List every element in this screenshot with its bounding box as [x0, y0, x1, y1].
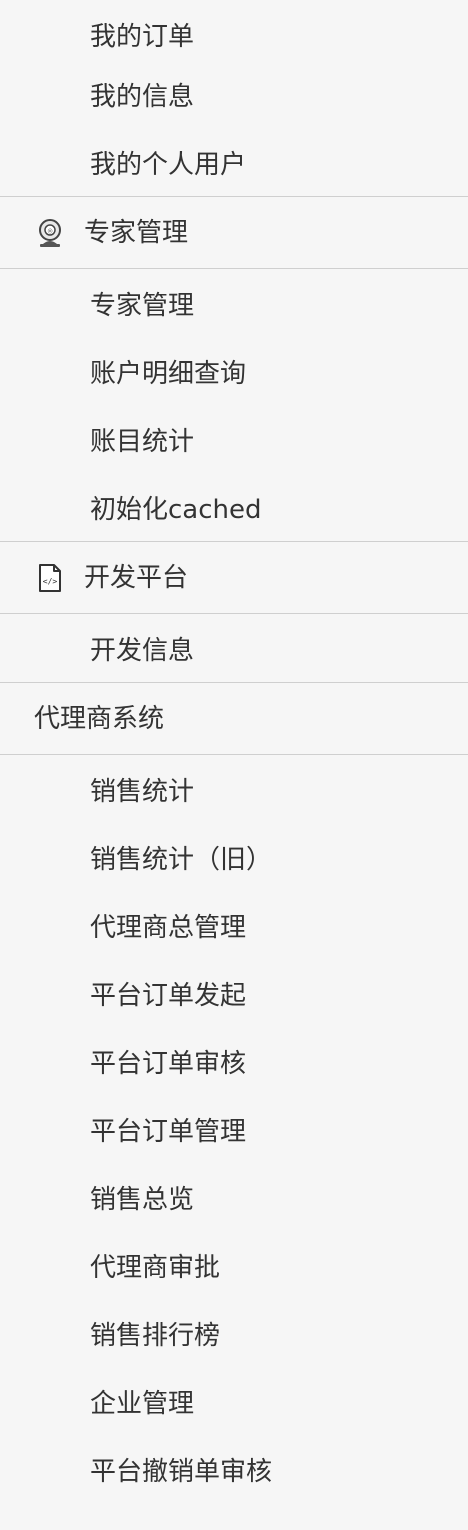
- menu-item-platform-order-initiate[interactable]: 平台订单发起: [0, 959, 468, 1027]
- expert-group: ◎ 专家管理 专家管理 账户明细查询 账目统计 初始化cached: [0, 196, 468, 541]
- menu-item-my-info[interactable]: 我的信息: [0, 60, 468, 128]
- menu-item-platform-order-review[interactable]: 平台订单审核: [0, 1027, 468, 1095]
- menu-item-expert-management[interactable]: 专家管理: [0, 269, 468, 337]
- section-title: 专家管理: [84, 217, 189, 248]
- sidebar-menu: 我的订单 我的信息 我的个人用户 ◎ 专家管理 专家管理 账户明细查询 账目统计…: [0, 0, 468, 1530]
- section-title: 开发平台: [84, 562, 189, 593]
- menu-item-sales-stats-old[interactable]: 销售统计（旧）: [0, 823, 468, 891]
- menu-item-label: 账目统计: [90, 426, 195, 457]
- menu-item-account-details[interactable]: 账户明细查询: [0, 337, 468, 405]
- svg-text:◎: ◎: [47, 227, 52, 234]
- menu-item-sales-ranking[interactable]: 销售排行榜: [0, 1299, 468, 1367]
- section-header-agent-system[interactable]: 代理商系统: [0, 683, 468, 755]
- menu-item-platform-order-management[interactable]: 平台订单管理: [0, 1095, 468, 1163]
- section-header-dev-platform[interactable]: </> 开发平台: [0, 542, 468, 614]
- menu-item-sales-overview[interactable]: 销售总览: [0, 1163, 468, 1231]
- menu-item-label: 企业管理: [90, 1388, 195, 1419]
- section-title: 代理商系统: [34, 703, 165, 734]
- menu-item-dev-info[interactable]: 开发信息: [0, 614, 468, 682]
- menu-item-label: 专家管理: [90, 290, 195, 321]
- menu-item-label: 平台订单管理: [90, 1116, 247, 1147]
- menu-item-my-personal-users[interactable]: 我的个人用户: [0, 128, 468, 196]
- code-file-icon: </>: [34, 562, 66, 594]
- menu-item-agent-general-management[interactable]: 代理商总管理: [0, 891, 468, 959]
- menu-item-my-orders[interactable]: 我的订单: [0, 8, 468, 60]
- menu-item-label: 账户明细查询: [90, 358, 247, 389]
- menu-item-label: 销售统计: [90, 776, 195, 807]
- menu-item-agent-approval[interactable]: 代理商审批: [0, 1231, 468, 1299]
- svg-text:</>: </>: [43, 577, 58, 586]
- menu-item-label: 销售总览: [90, 1184, 195, 1215]
- menu-item-label: 平台撤销单审核: [90, 1456, 273, 1487]
- menu-item-label: 开发信息: [90, 635, 195, 666]
- menu-item-platform-revoke-review[interactable]: 平台撤销单审核: [0, 1435, 468, 1503]
- menu-item-init-cached[interactable]: 初始化cached: [0, 473, 468, 541]
- menu-item-account-stats[interactable]: 账目统计: [0, 405, 468, 473]
- menu-item-label: 平台订单发起: [90, 980, 247, 1011]
- dev-group: </> 开发平台 开发信息: [0, 541, 468, 682]
- account-item-list: 我的订单 我的信息 我的个人用户: [0, 0, 468, 196]
- menu-item-label: 我的订单: [90, 21, 195, 52]
- dev-item-list: 开发信息: [0, 614, 468, 682]
- menu-item-label: 销售排行榜: [90, 1320, 221, 1351]
- menu-item-label: 代理商总管理: [90, 912, 247, 943]
- agent-item-list: 销售统计 销售统计（旧） 代理商总管理 平台订单发起 平台订单审核 平台订单管理…: [0, 755, 468, 1503]
- menu-item-label: 初始化cached: [90, 494, 262, 525]
- section-header-expert[interactable]: ◎ 专家管理: [0, 197, 468, 269]
- menu-item-label: 销售统计（旧）: [90, 844, 273, 875]
- expert-icon: ◎: [34, 217, 66, 249]
- menu-item-label: 我的个人用户: [90, 149, 247, 180]
- menu-item-label: 我的信息: [90, 81, 195, 112]
- menu-item-sales-stats[interactable]: 销售统计: [0, 755, 468, 823]
- agent-group: 代理商系统 销售统计 销售统计（旧） 代理商总管理 平台订单发起 平台订单审核 …: [0, 682, 468, 1503]
- expert-item-list: 专家管理 账户明细查询 账目统计 初始化cached: [0, 269, 468, 541]
- account-group: 我的订单 我的信息 我的个人用户: [0, 0, 468, 196]
- menu-item-enterprise-management[interactable]: 企业管理: [0, 1367, 468, 1435]
- menu-item-label: 代理商审批: [90, 1252, 221, 1283]
- menu-item-label: 平台订单审核: [90, 1048, 247, 1079]
